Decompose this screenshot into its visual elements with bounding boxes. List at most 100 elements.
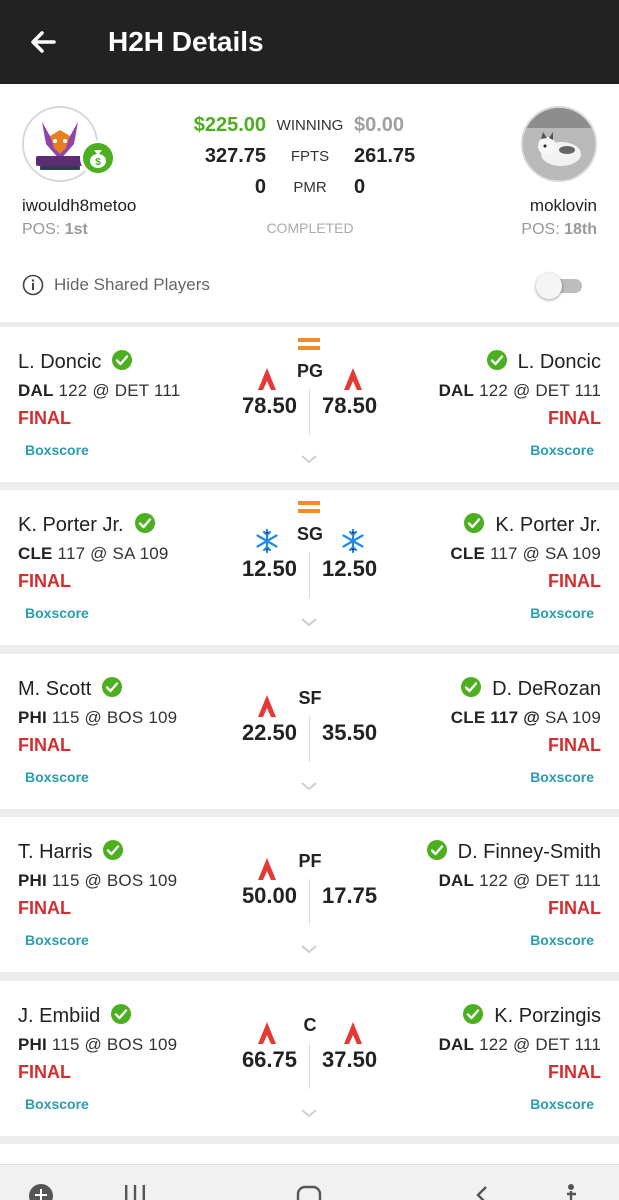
right-player-name[interactable]: K. Porter Jr. (463, 512, 601, 537)
right-user-avatar[interactable] (521, 106, 597, 182)
fpts-row: 327.75 FPTS 261.75 (150, 145, 470, 175)
dog-photo-icon (523, 108, 595, 180)
winning-row: $225.00 WINNING $0.00 (150, 114, 470, 144)
right-game-status: FINAL (548, 735, 601, 755)
left-player-score: 50.00 (241, 883, 297, 908)
check-circle-icon (91, 677, 123, 700)
right-boxscore-link[interactable]: Boxscore (530, 1096, 594, 1112)
left-game-info: CLE 117 @ SA 109 (18, 544, 169, 563)
left-username: iwouldh8metoo (22, 196, 137, 215)
fire-icon (340, 1019, 366, 1045)
toggle-knob (536, 273, 562, 299)
check-circle-icon (463, 513, 495, 536)
check-circle-icon (100, 1004, 132, 1027)
snowflake-icon (340, 528, 366, 554)
fpts-label: FPTS (290, 148, 330, 165)
roster-position: SG (296, 524, 323, 544)
fire-icon (254, 1019, 280, 1045)
right-boxscore-link[interactable]: Boxscore (530, 442, 594, 458)
fire-icon (254, 365, 280, 391)
left-player-score: 78.50 (241, 393, 297, 418)
equal-icon (298, 500, 320, 514)
left-boxscore-link[interactable]: Boxscore (25, 605, 89, 621)
score-divider (309, 879, 310, 925)
check-circle-icon (426, 840, 458, 863)
left-player-score: 22.50 (241, 720, 297, 745)
back-button[interactable] (24, 22, 64, 62)
hide-shared-label: Hide Shared Players (54, 275, 210, 294)
matchup-card[interactable]: T. Harris D. Finney-Smith PHI 115 @ BOS 10… (0, 817, 619, 972)
score-divider (309, 552, 310, 598)
left-game-status: FINAL (18, 408, 71, 428)
chevron-down-icon[interactable] (300, 778, 318, 791)
left-game-status: FINAL (18, 735, 71, 755)
right-game-info: DAL 122 @ DET 111 (438, 381, 601, 400)
chevron-down-icon[interactable] (300, 941, 318, 954)
score-divider (309, 1043, 310, 1089)
score-divider (309, 716, 310, 762)
bottom-nav (0, 1164, 619, 1200)
left-player-score: 66.75 (241, 1047, 297, 1072)
add-icon[interactable] (28, 1183, 54, 1200)
info-icon[interactable] (22, 274, 44, 296)
matchup-card[interactable]: J. Embiid K. Porzingis PHI 115 @ BOS 109 DA… (0, 981, 619, 1136)
matchup-card-partial (0, 1144, 619, 1164)
right-fpts: 261.75 (354, 145, 416, 167)
left-boxscore-link[interactable]: Boxscore (25, 769, 89, 785)
right-position: POS: 18th (521, 221, 597, 238)
recent-apps-icon[interactable] (122, 1183, 148, 1200)
matchup-summary: $ iwouldh8metoo POS: 1st moklovin POS: 1… (0, 84, 619, 322)
chevron-down-icon[interactable] (300, 451, 318, 464)
right-player-score: 12.50 (322, 556, 378, 581)
chevron-down-icon[interactable] (300, 1105, 318, 1118)
right-player-name[interactable]: D. DeRozan (460, 676, 601, 701)
chevron-down-icon[interactable] (300, 614, 318, 627)
right-player-name[interactable]: L. Doncic (486, 349, 601, 374)
matchup-card[interactable]: L. Doncic L. Doncic DAL 122 @ DET 111 DAL 1… (0, 327, 619, 482)
left-player-name[interactable]: J. Embiid (18, 1003, 132, 1028)
fire-icon (254, 692, 280, 718)
left-player-name[interactable]: T. Harris (18, 839, 124, 864)
left-game-status: FINAL (18, 1062, 71, 1082)
pmr-label: PMR (293, 179, 327, 196)
right-boxscore-link[interactable]: Boxscore (530, 932, 594, 948)
check-circle-icon (92, 840, 124, 863)
left-game-info: PHI 115 @ BOS 109 (18, 708, 178, 727)
hide-shared-row: Hide Shared Players (0, 264, 619, 308)
right-winning: $0.00 (354, 114, 405, 136)
left-game-info: DAL 122 @ DET 111 (18, 381, 181, 400)
snowflake-icon (254, 528, 280, 554)
check-circle-icon (486, 350, 518, 373)
left-game-info: PHI 115 @ BOS 109 (18, 1035, 178, 1054)
left-position: POS: 1st (22, 221, 88, 238)
home-icon[interactable] (296, 1183, 322, 1200)
left-player-name[interactable]: K. Porter Jr. (18, 512, 156, 537)
left-boxscore-link[interactable]: Boxscore (25, 1096, 89, 1112)
check-circle-icon (101, 350, 133, 373)
right-game-info: DAL 122 @ DET 111 (438, 871, 601, 890)
right-username: moklovin (529, 196, 597, 215)
right-game-info: DAL 122 @ DET 111 (438, 1035, 601, 1054)
hide-shared-toggle[interactable] (536, 273, 584, 299)
pmr-row: 0 PMR 0 (150, 176, 470, 206)
right-pmr: 0 (354, 176, 366, 198)
left-player-name[interactable]: M. Scott (18, 676, 123, 701)
right-player-name[interactable]: D. Finney-Smith (426, 839, 601, 864)
matchup-card[interactable]: K. Porter Jr. K. Porter Jr. CLE 117 @ SA 1… (0, 490, 619, 645)
left-player-name[interactable]: L. Doncic (18, 349, 133, 374)
right-boxscore-link[interactable]: Boxscore (530, 605, 594, 621)
equal-icon (298, 337, 320, 351)
right-player-name[interactable]: K. Porzingis (462, 1003, 601, 1028)
left-boxscore-link[interactable]: Boxscore (25, 932, 89, 948)
matchup-card[interactable]: M. Scott D. DeRozan PHI 115 @ BOS 109 CLE 1… (0, 654, 619, 809)
fire-icon (340, 365, 366, 391)
right-game-info: CLE 117 @ SA 109 (450, 544, 601, 563)
winning-label: WINNING (276, 117, 344, 134)
matchup-status: COMPLETED (266, 220, 354, 236)
left-boxscore-link[interactable]: Boxscore (25, 442, 89, 458)
left-player-score: 12.50 (241, 556, 297, 581)
accessibility-icon[interactable] (562, 1183, 588, 1200)
right-boxscore-link[interactable]: Boxscore (530, 769, 594, 785)
nav-back-icon[interactable] (470, 1183, 496, 1200)
right-game-status: FINAL (548, 1062, 601, 1082)
